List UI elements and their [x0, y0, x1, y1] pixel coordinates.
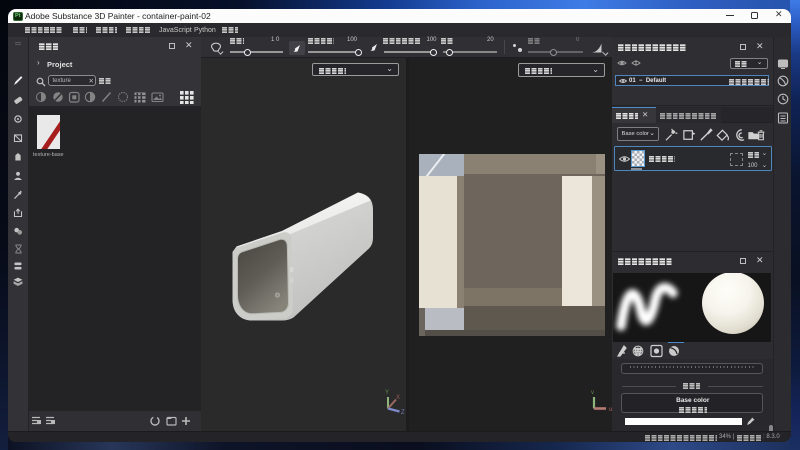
- svg-text:X: X: [396, 395, 400, 401]
- svg-text:Y: Y: [385, 390, 389, 396]
- svg-text:v: v: [591, 390, 594, 396]
- svg-text:Z: Z: [401, 410, 405, 414]
